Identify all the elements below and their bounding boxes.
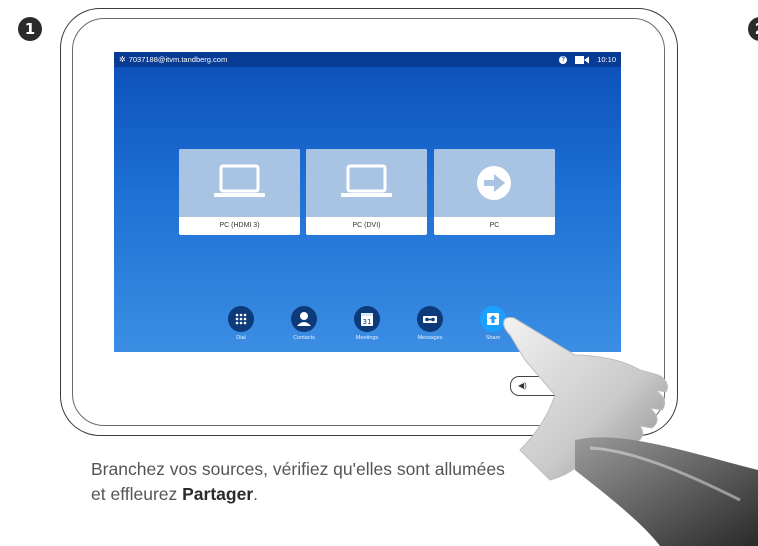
- caption-keyword: Partager: [182, 484, 254, 504]
- laptop-icon: [341, 164, 392, 197]
- pointing-hand-illustration: [503, 316, 758, 546]
- selfview-camera-icon[interactable]: [575, 55, 590, 64]
- dock-label: Contacts: [293, 335, 315, 341]
- status-bar: ✲ 7037188@itvm.tandberg.com ? 10:10: [114, 52, 621, 67]
- caption-end: .: [253, 484, 259, 504]
- dock-label: Dial: [236, 335, 246, 341]
- arrow-right-circle-icon: [477, 166, 511, 200]
- source-label: PC: [489, 222, 500, 229]
- source-label: PC (DVI): [352, 222, 381, 229]
- caption-text: Branchez vos sources, vérifiez qu'elles …: [91, 459, 505, 504]
- system-address: 7037188@itvm.tandberg.com: [128, 55, 228, 64]
- dock-dial-button[interactable]: Dial: [216, 306, 266, 341]
- step-number-badge: 1: [18, 17, 42, 41]
- dock-meetings-button[interactable]: 31 Meetings: [342, 306, 392, 341]
- dock-messages-button[interactable]: Messages: [405, 306, 455, 341]
- settings-gear-icon[interactable]: ✲: [119, 55, 126, 64]
- laptop-icon: [214, 164, 265, 197]
- step-number-badge: 2: [748, 17, 758, 41]
- dock-label: Meetings: [355, 335, 379, 341]
- clock: 10:10: [597, 55, 616, 64]
- keypad-icon: [235, 313, 247, 325]
- instruction-caption: Branchez vos sources, vérifiez qu'elles …: [91, 457, 511, 507]
- source-card-pc[interactable]: PC: [434, 149, 555, 235]
- help-icon[interactable]: ?: [559, 55, 568, 64]
- person-icon: [297, 312, 311, 326]
- calendar-icon: 31: [361, 313, 373, 326]
- voicemail-icon: [423, 316, 437, 323]
- dock-label: Messages: [417, 335, 443, 341]
- calendar-day: 31: [363, 318, 372, 326]
- source-label: PC (HDMI 3): [219, 222, 260, 229]
- source-card-pc-dvi[interactable]: PC (DVI): [306, 149, 427, 235]
- source-card-pc-hdmi3[interactable]: PC (HDMI 3): [179, 149, 300, 235]
- dock-contacts-button[interactable]: Contacts: [279, 306, 329, 341]
